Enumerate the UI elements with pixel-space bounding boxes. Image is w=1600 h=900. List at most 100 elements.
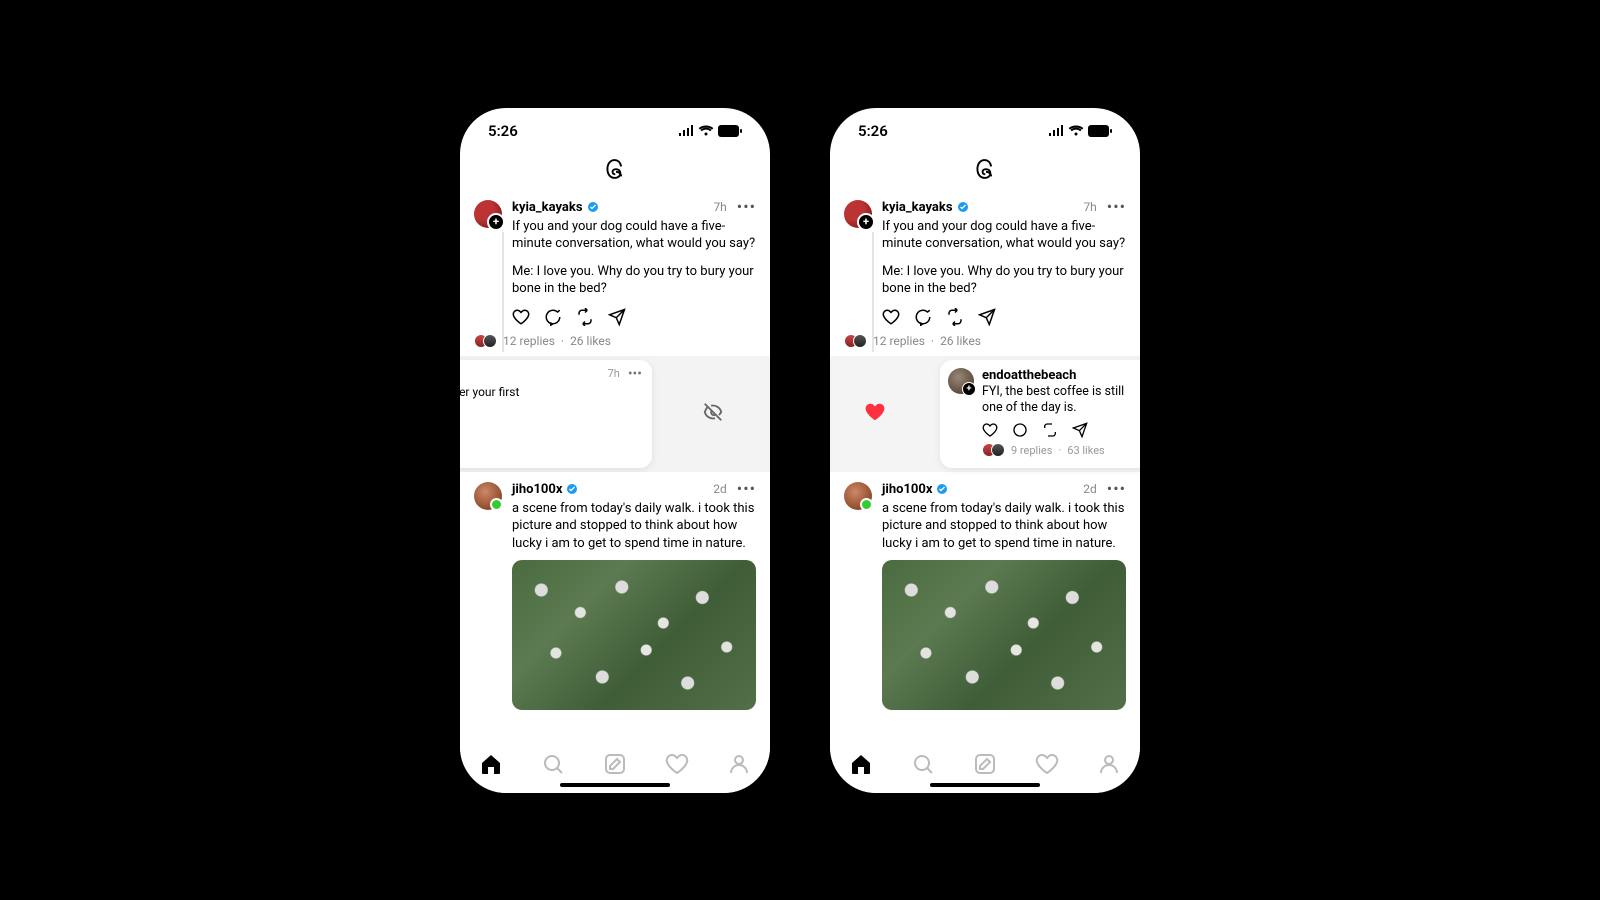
tab-activity-icon[interactable]	[665, 752, 689, 776]
post-jiho[interactable]: jiho100x 2d ••• a scene from today's dai…	[474, 478, 756, 713]
reply-count[interactable]: 12 replies	[503, 334, 555, 348]
repost-icon[interactable]	[576, 308, 594, 326]
avatar-kyia[interactable]	[844, 200, 872, 228]
tab-compose-icon[interactable]	[603, 752, 627, 776]
threads-logo-icon[interactable]	[972, 156, 998, 182]
wifi-icon	[698, 125, 714, 137]
timestamp: 2d	[713, 482, 727, 496]
home-indicator[interactable]	[930, 783, 1040, 787]
post-text: a scene from today's daily walk. i took …	[882, 500, 1126, 553]
post-image[interactable]	[882, 560, 1126, 710]
swipe-dismiss-zone[interactable]: ach 7h ••• coffee is still whatever your…	[460, 356, 770, 472]
tab-activity-icon[interactable]	[1035, 752, 1059, 776]
dismissing-card[interactable]: ach 7h ••• coffee is still whatever your…	[460, 360, 652, 468]
cellular-icon	[678, 125, 694, 136]
verified-badge-icon	[957, 201, 969, 213]
tab-compose-icon[interactable]	[973, 752, 997, 776]
timestamp: 7h	[608, 367, 620, 380]
app-logo-row	[460, 146, 770, 196]
share-icon[interactable]	[978, 308, 996, 326]
tab-home-icon[interactable]	[849, 752, 873, 776]
more-icon[interactable]: •••	[1107, 485, 1126, 493]
share-icon[interactable]	[1072, 422, 1088, 438]
like-icon[interactable]	[982, 422, 998, 438]
avatar-kyia[interactable]	[474, 200, 502, 228]
feed: kyia_kayaks 7h ••• If you and your dog c…	[830, 196, 1140, 713]
like-count[interactable]: 26 likes	[570, 334, 611, 348]
more-icon[interactable]: •••	[737, 203, 756, 211]
tab-search-icon[interactable]	[541, 752, 565, 776]
timestamp: 7h	[1083, 200, 1096, 214]
mini-avatars	[474, 334, 497, 348]
post-kyia[interactable]: kyia_kayaks 7h ••• If you and your dog c…	[844, 196, 1126, 350]
swipe-like-zone[interactable]: endoatthebeach FYI, the best coffee is s…	[830, 356, 1140, 472]
reply-actions	[982, 422, 1138, 438]
share-icon[interactable]	[608, 308, 626, 326]
post-actions	[512, 308, 756, 326]
post-text: a scene from today's daily walk. i took …	[512, 500, 756, 553]
avatar-jiho[interactable]	[844, 482, 872, 510]
mini-avatars	[844, 334, 867, 348]
like-count[interactable]: 63 likes	[1067, 444, 1104, 457]
tab-home-icon[interactable]	[479, 752, 503, 776]
post-text: If you and your dog could have a five-mi…	[882, 218, 1126, 298]
avatar-endo[interactable]	[948, 368, 974, 394]
mini-avatars	[982, 443, 1005, 457]
tab-profile-icon[interactable]	[1097, 752, 1121, 776]
reply-icon[interactable]	[1012, 422, 1028, 438]
thread-line	[872, 232, 874, 352]
avatar-jiho[interactable]	[474, 482, 502, 510]
verified-badge-icon	[566, 483, 578, 495]
likes-fragment: 63 likes	[460, 444, 642, 457]
more-icon[interactable]: •••	[1107, 203, 1126, 211]
status-bar: 5:26	[830, 108, 1140, 146]
verified-badge-icon	[587, 201, 599, 213]
more-icon[interactable]: •••	[628, 366, 642, 382]
like-icon[interactable]	[512, 308, 530, 326]
feed: kyia_kayaks 7h ••• If you and your dog c…	[460, 196, 770, 713]
reply-card[interactable]: endoatthebeach FYI, the best coffee is s…	[940, 360, 1140, 468]
post-actions	[882, 308, 1126, 326]
app-logo-row	[830, 146, 1140, 196]
post-jiho[interactable]: jiho100x 2d ••• a scene from today's dai…	[844, 478, 1126, 713]
status-icons	[678, 125, 742, 137]
timestamp: 2d	[1083, 482, 1097, 496]
username[interactable]: kyia_kayaks	[512, 200, 583, 215]
reply-icon[interactable]	[544, 308, 562, 326]
username[interactable]: jiho100x	[512, 482, 562, 497]
engagement[interactable]: 12 replies · 26 likes	[882, 334, 1126, 348]
more-icon[interactable]: •••	[737, 485, 756, 493]
reply-icon[interactable]	[914, 308, 932, 326]
post-text: If you and your dog could have a five-mi…	[512, 218, 756, 298]
status-icons	[1048, 125, 1112, 137]
battery-icon	[1088, 125, 1112, 137]
tab-search-icon[interactable]	[911, 752, 935, 776]
home-indicator[interactable]	[560, 783, 670, 787]
thread-line	[502, 232, 504, 352]
reply-count[interactable]: 9 replies	[1011, 444, 1052, 457]
reply-text: FYI, the best coffee is still one of the…	[982, 384, 1138, 417]
timestamp: 7h	[713, 200, 726, 214]
engagement[interactable]: 12 replies · 26 likes	[512, 334, 756, 348]
like-icon[interactable]	[882, 308, 900, 326]
status-bar: 5:26	[460, 108, 770, 146]
reply-engagement[interactable]: 9 replies · 63 likes	[982, 443, 1138, 457]
clock: 5:26	[488, 122, 518, 140]
cellular-icon	[1048, 125, 1064, 136]
repost-icon[interactable]	[946, 308, 964, 326]
threads-logo-icon[interactable]	[602, 156, 628, 182]
phone-left: 5:26 kyia_kayaks 7h •••	[460, 108, 770, 793]
phone-right: 5:26 kyia_kayaks 7h •••	[830, 108, 1140, 793]
heart-icon	[864, 401, 886, 427]
username[interactable]: endoatthebeach	[982, 368, 1138, 383]
hide-icon[interactable]	[702, 401, 724, 427]
battery-icon	[718, 125, 742, 137]
post-image[interactable]	[512, 560, 756, 710]
username[interactable]: jiho100x	[882, 482, 932, 497]
username[interactable]: kyia_kayaks	[882, 200, 953, 215]
reply-count[interactable]: 12 replies	[873, 334, 925, 348]
post-kyia[interactable]: kyia_kayaks 7h ••• If you and your dog c…	[474, 196, 756, 350]
tab-profile-icon[interactable]	[727, 752, 751, 776]
repost-icon[interactable]	[1042, 422, 1058, 438]
like-count[interactable]: 26 likes	[940, 334, 981, 348]
